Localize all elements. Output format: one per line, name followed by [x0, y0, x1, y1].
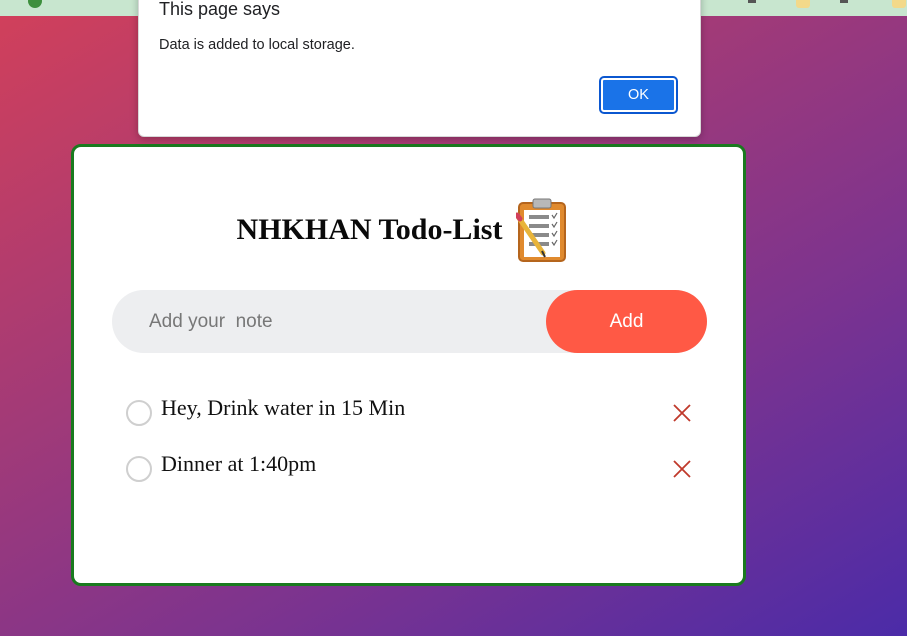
- dialog-title: This page says: [159, 0, 281, 19]
- ok-button[interactable]: OK: [599, 76, 678, 114]
- todo-list: Hey, Drink water in 15 Min Dinner at 1:4…: [126, 395, 696, 507]
- todo-text[interactable]: Hey, Drink water in 15 Min: [161, 395, 405, 421]
- dialog-message: Data is added to local storage.: [159, 37, 355, 53]
- add-note-row: Add: [112, 290, 707, 353]
- toolbar-mark: [748, 0, 756, 3]
- clipboard-checklist-icon: [516, 198, 567, 262]
- close-icon[interactable]: [671, 402, 693, 424]
- toolbar-mark: [840, 0, 848, 3]
- todo-item: Hey, Drink water in 15 Min: [126, 395, 696, 451]
- bookmark-folder-icon[interactable]: [796, 0, 810, 8]
- browser-extension-icon[interactable]: [28, 0, 42, 8]
- bookmark-folder-icon[interactable]: [892, 0, 906, 8]
- alert-dialog: This page says Data is added to local st…: [138, 0, 701, 137]
- note-input[interactable]: [112, 290, 542, 353]
- title-row: NHKHAN Todo-List: [74, 197, 743, 263]
- todo-card: NHKHAN Todo-List Add Hey, Drink water in…: [71, 144, 746, 586]
- close-icon[interactable]: [671, 458, 693, 480]
- todo-text[interactable]: Dinner at 1:40pm: [161, 451, 316, 477]
- add-button[interactable]: Add: [546, 290, 707, 353]
- unchecked-circle-icon[interactable]: [126, 456, 152, 482]
- unchecked-circle-icon[interactable]: [126, 400, 152, 426]
- app-title: NHKHAN Todo-List: [236, 213, 503, 246]
- todo-item: Dinner at 1:40pm: [126, 451, 696, 507]
